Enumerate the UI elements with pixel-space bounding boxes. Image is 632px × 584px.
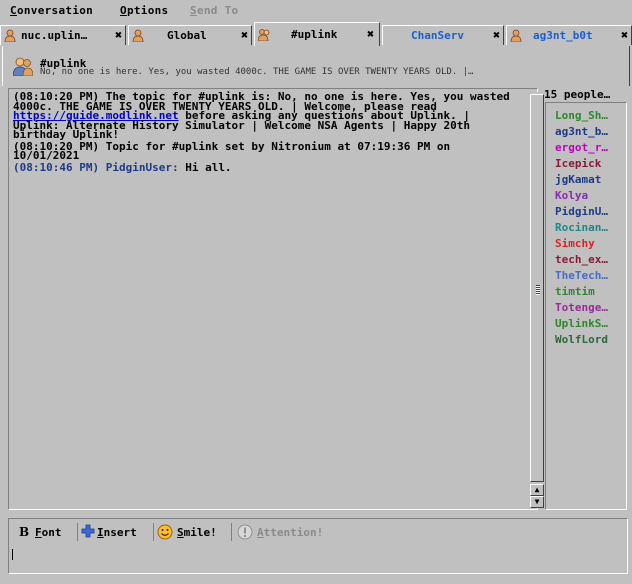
message-time: (08:10:46 PM) (13, 160, 100, 174)
user-list-item[interactable]: ergot_r… (555, 141, 608, 154)
text-cursor (12, 549, 13, 560)
tab-bar: nuc.uplin… ✖ Global ✖ #uplink ✖ ChanServ… (0, 22, 632, 46)
format-toolbar: B Font Insert Smile! Attention! (8, 518, 628, 544)
user-list-item[interactable]: TheTech… (555, 269, 608, 282)
user-list-item[interactable]: Icepick (555, 157, 601, 170)
smiley-icon (157, 524, 173, 540)
user-list-item[interactable]: Totenge… (555, 301, 608, 314)
user-list-item[interactable]: ag3nt_b… (555, 125, 608, 138)
chat-messages: (08:10:20 PM) The topic for #uplink is: … (13, 91, 521, 174)
user-count: 15 people… (544, 88, 611, 101)
user-list-item[interactable]: Kolya (555, 189, 588, 202)
channel-topic: No, no one is here. Yes, you wasted 4000… (40, 67, 474, 77)
menu-conversation[interactable]: Conversation (10, 4, 93, 17)
person-icon (4, 29, 16, 42)
toolbar-divider (231, 523, 232, 541)
tab-label: ag3nt_b0t (533, 29, 593, 42)
user-list[interactable]: Long_Sh… ag3nt_b… ergot_r… Icepick jgKam… (545, 102, 627, 510)
user-list-item[interactable]: PidginU… (555, 205, 608, 218)
user-list-item[interactable]: timtim (555, 285, 595, 298)
grip-icon (536, 285, 540, 295)
user-list-item[interactable]: tech_ex… (555, 253, 608, 266)
chat-message: (08:10:20 PM) Topic for #uplink set by N… (13, 141, 521, 161)
scroll-up-button[interactable]: ▲ (530, 484, 544, 496)
message-input[interactable] (8, 544, 628, 574)
tab-label: #uplink (291, 28, 338, 41)
tab-label: Global (167, 29, 207, 42)
user-list-item[interactable]: Simchy (555, 237, 595, 250)
user-list-item[interactable]: Long_Sh… (555, 109, 608, 122)
attention-button[interactable]: Attention! (237, 523, 337, 541)
menu-options[interactable]: Options (120, 4, 168, 17)
user-list-item[interactable]: Rocinan… (555, 221, 608, 234)
font-button[interactable]: B Font (19, 523, 79, 541)
user-list-item[interactable]: WolfLord (555, 333, 608, 346)
tab-chanserv[interactable]: ChanServ ✖ (382, 25, 504, 45)
chat-message: (08:10:46 PM) PidginUser: Hi all. (13, 160, 521, 174)
user-list-item[interactable]: UplinkS… (555, 317, 608, 330)
bold-icon: B (19, 525, 30, 539)
toolbar-divider (153, 523, 154, 541)
close-icon[interactable]: ✖ (493, 28, 500, 42)
attention-icon (237, 524, 253, 540)
insert-button[interactable]: Insert (81, 523, 153, 541)
scrollbar-thumb[interactable] (530, 94, 544, 482)
menu-bar: Conversation Options Send To (0, 0, 632, 22)
close-icon[interactable]: ✖ (621, 28, 628, 42)
tab-ag3nt-b0t[interactable]: ag3nt_b0t ✖ (506, 25, 632, 45)
person-icon (132, 29, 144, 42)
close-icon[interactable]: ✖ (115, 28, 122, 42)
chat-message: (08:10:20 PM) The topic for #uplink is: … (13, 91, 521, 140)
scroll-down-button[interactable]: ▼ (530, 496, 544, 508)
chat-log[interactable]: (08:10:20 PM) The topic for #uplink is: … (8, 88, 545, 510)
close-icon[interactable]: ✖ (241, 28, 248, 42)
chat-people-icon (13, 57, 33, 76)
conversation-header: #uplink No, no one is here. Yes, you was… (2, 46, 630, 86)
smile-button[interactable]: Smile! (157, 523, 229, 541)
message-text: Hi all. (178, 160, 232, 174)
toolbar-divider (77, 523, 78, 541)
user-list-item[interactable]: jgKamat (555, 173, 601, 186)
tab-global[interactable]: Global ✖ (128, 25, 252, 45)
tab-label: nuc.uplin… (21, 29, 88, 42)
plus-icon (81, 524, 95, 538)
tab-label: ChanServ (411, 29, 464, 42)
person-icon (510, 29, 522, 42)
people-icon (258, 29, 270, 41)
tab-uplink[interactable]: #uplink ✖ (254, 22, 380, 46)
tab-nuc-uplink[interactable]: nuc.uplin… ✖ (0, 25, 126, 45)
chat-scrollbar[interactable]: ▲ ▼ (529, 92, 545, 508)
menu-send-to[interactable]: Send To (190, 4, 238, 17)
close-icon[interactable]: ✖ (367, 27, 374, 41)
message-user[interactable]: PidginUser: (99, 161, 179, 174)
